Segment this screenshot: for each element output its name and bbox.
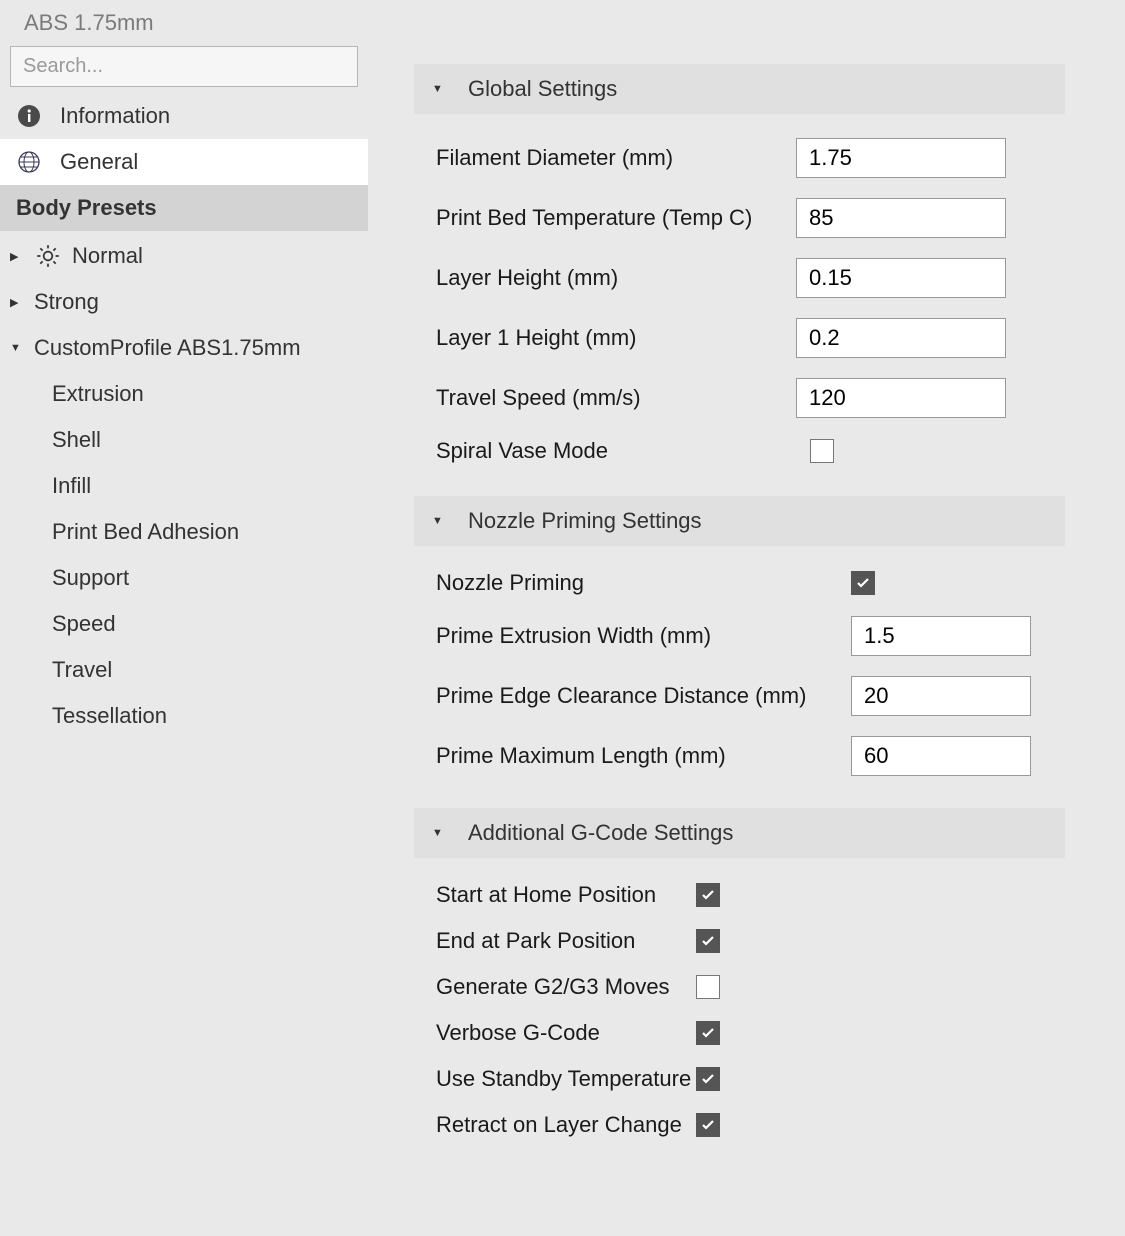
preset-label: Normal <box>72 243 143 269</box>
input-prime-extrusion-width[interactable] <box>851 616 1031 656</box>
input-travel-speed[interactable] <box>796 378 1006 418</box>
body-presets-header: Body Presets <box>0 185 368 231</box>
input-layer1-height[interactable] <box>796 318 1006 358</box>
presets-tree: ▶ Normal ▶ Strong ▼ CustomProfile ABS1.7… <box>0 231 368 739</box>
preset-custom[interactable]: ▼ CustomProfile ABS1.75mm <box>0 325 368 371</box>
checkbox-spiral-vase[interactable] <box>810 439 834 463</box>
triangle-down-icon: ▼ <box>432 827 446 839</box>
label-travel-speed: Travel Speed (mm/s) <box>436 385 796 411</box>
label-end-park: End at Park Position <box>436 928 696 954</box>
label-bed-temp: Print Bed Temperature (Temp C) <box>436 205 796 231</box>
input-bed-temp[interactable] <box>796 198 1006 238</box>
globe-icon <box>16 149 42 175</box>
group-header-nozzle[interactable]: ▼ Nozzle Priming Settings <box>414 496 1065 546</box>
group-global: ▼ Global Settings Filament Diameter (mm)… <box>414 64 1065 474</box>
triangle-down-icon: ▼ <box>432 83 446 95</box>
preset-child-infill[interactable]: Infill <box>0 463 368 509</box>
panel-title: ABS 1.75mm <box>0 0 1125 40</box>
preset-child-adhesion[interactable]: Print Bed Adhesion <box>0 509 368 555</box>
group-header-global[interactable]: ▼ Global Settings <box>414 64 1065 114</box>
preset-child-support[interactable]: Support <box>0 555 368 601</box>
group-nozzle: ▼ Nozzle Priming Settings Nozzle Priming… <box>414 496 1065 786</box>
input-prime-edge-clearance[interactable] <box>851 676 1031 716</box>
checkbox-retract-layer[interactable] <box>696 1113 720 1137</box>
group-title: Nozzle Priming Settings <box>468 508 702 534</box>
input-layer-height[interactable] <box>796 258 1006 298</box>
label-prime-max-length: Prime Maximum Length (mm) <box>436 743 851 769</box>
input-prime-max-length[interactable] <box>851 736 1031 776</box>
preset-child-extrusion[interactable]: Extrusion <box>0 371 368 417</box>
triangle-down-icon: ▼ <box>10 342 24 354</box>
group-gcode: ▼ Additional G-Code Settings Start at Ho… <box>414 808 1065 1148</box>
gear-icon <box>34 243 62 269</box>
checkbox-end-park[interactable] <box>696 929 720 953</box>
checkbox-start-home[interactable] <box>696 883 720 907</box>
preset-label: CustomProfile ABS1.75mm <box>34 335 301 361</box>
checkbox-verbose[interactable] <box>696 1021 720 1045</box>
preset-child-speed[interactable]: Speed <box>0 601 368 647</box>
label-standby-temp: Use Standby Temperature <box>436 1066 696 1092</box>
search-input[interactable] <box>10 46 358 87</box>
group-header-gcode[interactable]: ▼ Additional G-Code Settings <box>414 808 1065 858</box>
preset-normal[interactable]: ▶ Normal <box>0 233 368 279</box>
preset-child-travel[interactable]: Travel <box>0 647 368 693</box>
preset-child-tessellation[interactable]: Tessellation <box>0 693 368 739</box>
label-nozzle-priming: Nozzle Priming <box>436 570 851 596</box>
label-spiral-vase: Spiral Vase Mode <box>436 438 796 464</box>
label-retract-layer: Retract on Layer Change <box>436 1112 696 1138</box>
sidebar-item-label: General <box>60 149 138 175</box>
label-start-home: Start at Home Position <box>436 882 696 908</box>
triangle-down-icon: ▼ <box>432 515 446 527</box>
label-layer1-height: Layer 1 Height (mm) <box>436 325 796 351</box>
label-filament-diameter: Filament Diameter (mm) <box>436 145 796 171</box>
info-icon <box>16 103 42 129</box>
input-filament-diameter[interactable] <box>796 138 1006 178</box>
triangle-right-icon: ▶ <box>10 296 24 309</box>
sidebar-item-information[interactable]: Information <box>0 93 368 139</box>
preset-child-shell[interactable]: Shell <box>0 417 368 463</box>
checkbox-standby-temp[interactable] <box>696 1067 720 1091</box>
group-title: Global Settings <box>468 76 617 102</box>
main-panel: ▼ Global Settings Filament Diameter (mm)… <box>368 40 1125 1236</box>
group-title: Additional G-Code Settings <box>468 820 733 846</box>
sidebar-item-label: Information <box>60 103 170 129</box>
preset-strong[interactable]: ▶ Strong <box>0 279 368 325</box>
sidebar-item-general[interactable]: General <box>0 139 368 185</box>
label-verbose: Verbose G-Code <box>436 1020 696 1046</box>
checkbox-g2g3[interactable] <box>696 975 720 999</box>
label-layer-height: Layer Height (mm) <box>436 265 796 291</box>
sidebar: Information General Body Presets ▶ Norma… <box>0 40 368 1236</box>
label-prime-edge-clearance: Prime Edge Clearance Distance (mm) <box>436 683 851 709</box>
checkbox-nozzle-priming[interactable] <box>851 571 875 595</box>
label-g2g3: Generate G2/G3 Moves <box>436 974 696 1000</box>
triangle-right-icon: ▶ <box>10 250 24 263</box>
label-prime-extrusion-width: Prime Extrusion Width (mm) <box>436 623 851 649</box>
preset-label: Strong <box>34 289 99 315</box>
